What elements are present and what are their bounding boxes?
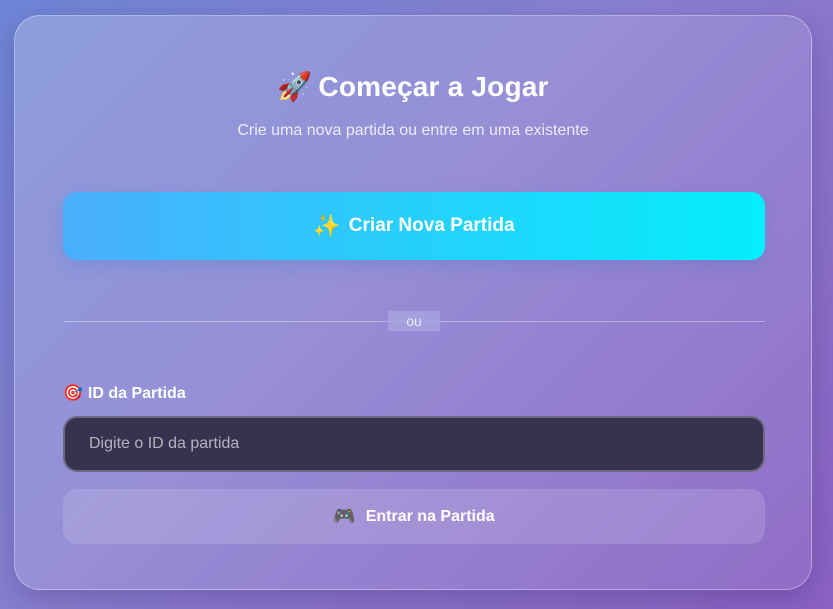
target-icon: 🎯 (63, 385, 83, 402)
page-title-text: Começar a Jogar (318, 71, 549, 102)
match-id-label: 🎯 ID da Partida (63, 384, 186, 404)
divider-text: ou (388, 311, 440, 331)
gamepad-icon: 🎮 (333, 506, 356, 526)
create-match-button[interactable]: ✨ Criar Nova Partida (63, 192, 765, 260)
join-match-button[interactable]: 🎮 Entrar na Partida (63, 489, 765, 544)
page-title: 🚀 Começar a Jogar (15, 68, 811, 106)
start-game-card: 🚀 Começar a Jogar Crie uma nova partida o… (14, 15, 812, 590)
rocket-icon: 🚀 (277, 71, 313, 102)
match-id-label-text: ID da Partida (87, 385, 186, 402)
sparkles-icon: ✨ (313, 213, 341, 238)
create-match-label: Criar Nova Partida (348, 215, 515, 236)
page-subtitle: Crie uma nova partida ou entre em uma ex… (237, 122, 589, 139)
match-id-input[interactable] (63, 416, 765, 472)
join-match-label: Entrar na Partida (365, 507, 495, 525)
